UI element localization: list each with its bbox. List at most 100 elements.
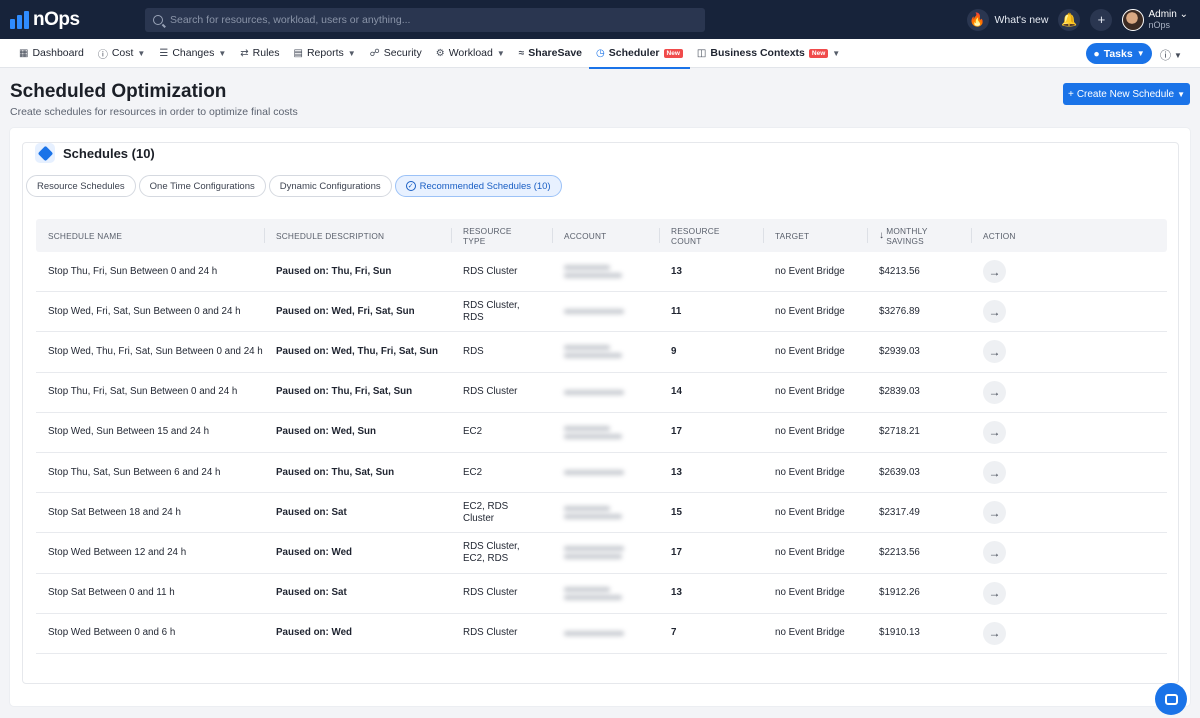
column-header-monthly-savings[interactable]: ↓ Monthly Savings bbox=[867, 219, 971, 252]
dollar-icon: ⓘ bbox=[97, 49, 108, 61]
account-cell-redacted bbox=[552, 265, 659, 279]
schedule-description-cell: Paused on: Wed, Fri, Sat, Sun bbox=[276, 305, 415, 317]
nav-item-rules[interactable]: ⇄ Rules bbox=[233, 39, 286, 68]
sort-arrow-icon: ↓ bbox=[879, 229, 885, 241]
create-button-label: Create New Schedule bbox=[1076, 88, 1175, 100]
tab-dynamic-configurations[interactable]: Dynamic Configurations bbox=[268, 175, 392, 197]
nav-item-workload[interactable]: ⚙ Workload ▼ bbox=[429, 39, 512, 68]
logo[interactable]: nOps bbox=[10, 9, 130, 31]
plus-icon[interactable]: + bbox=[1090, 8, 1113, 31]
nav-item-scheduler[interactable]: ◷ Scheduler New bbox=[589, 39, 690, 69]
schedule-description-cell: Paused on: Wed, Sun bbox=[276, 426, 376, 438]
nav-item-cost[interactable]: ⓘ Cost ▼ bbox=[91, 39, 153, 68]
user-name: Admin ⌄ bbox=[1148, 8, 1188, 20]
help-button[interactable]: ⓘ ▼ bbox=[1160, 47, 1182, 63]
table-row[interactable]: Stop Thu, Fri, Sun Between 0 and 24 h Pau… bbox=[36, 252, 1167, 293]
briefcase-icon: ◫ bbox=[696, 47, 707, 59]
chevron-down-icon: ▼ bbox=[1136, 49, 1145, 58]
nav-item-sharesave[interactable]: ≈ ShareSave bbox=[512, 39, 589, 68]
table-row[interactable]: Stop Wed Between 0 and 6 h Paused on: Wed… bbox=[36, 614, 1167, 654]
redacted-account bbox=[564, 309, 659, 315]
arrow-right-icon[interactable]: → bbox=[983, 420, 1006, 444]
table-row[interactable]: Stop Thu, Fri, Sat, Sun Between 0 and 24… bbox=[36, 373, 1167, 413]
whats-new-button[interactable]: 🔥 What's new bbox=[966, 8, 1048, 31]
arrow-right-icon[interactable]: → bbox=[983, 621, 1006, 645]
check-circle-icon: ✓ bbox=[405, 181, 416, 191]
schedule-description-cell: Paused on: Wed bbox=[276, 627, 353, 639]
tab-one-time-configurations[interactable]: One Time Configurations bbox=[138, 175, 266, 197]
arrow-right-icon[interactable]: → bbox=[983, 300, 1006, 324]
arrow-right-icon[interactable]: → bbox=[983, 581, 1006, 605]
column-header[interactable]: Account bbox=[552, 219, 659, 252]
action-cell: → bbox=[971, 621, 1167, 645]
chevron-down-icon: ▼ bbox=[832, 48, 841, 58]
search-input[interactable] bbox=[170, 14, 690, 26]
table-row[interactable]: Stop Wed Between 12 and 24 h Paused on: W… bbox=[36, 533, 1167, 574]
nav-label: Rules bbox=[252, 47, 280, 59]
tab-recommended-schedules[interactable]: ✓ Recommended Schedules (10) bbox=[394, 175, 562, 197]
account-cell-redacted bbox=[552, 389, 659, 395]
table-row[interactable]: Stop Sat Between 18 and 24 h Paused on: S… bbox=[36, 493, 1167, 534]
account-cell-redacted bbox=[552, 586, 659, 600]
arrow-right-icon[interactable]: → bbox=[983, 380, 1006, 404]
table-row[interactable]: Stop Wed, Thu, Fri, Sat, Sun Between 0 a… bbox=[36, 332, 1167, 373]
user-menu[interactable]: Admin ⌄ nOps bbox=[1122, 8, 1188, 31]
nav-label: Security bbox=[383, 47, 422, 59]
bell-icon[interactable]: 🔔 bbox=[1058, 8, 1081, 31]
user-org: nOps bbox=[1148, 19, 1170, 30]
table-row[interactable]: Stop Wed, Fri, Sat, Sun Between 0 and 24… bbox=[36, 292, 1167, 333]
resource-type-cell: RDS Cluster bbox=[463, 265, 518, 277]
nav-label: Business Contexts bbox=[710, 47, 805, 59]
table-row[interactable]: Stop Sat Between 0 and 11 h Paused on: Sa… bbox=[36, 574, 1167, 614]
resource-type-cell: RDS Cluster, EC2, RDS bbox=[463, 540, 520, 564]
page-subtitle: Create schedules for resources in order … bbox=[10, 106, 298, 118]
tab-resource-schedules[interactable]: Resource Schedules bbox=[26, 175, 136, 197]
create-new-schedule-button[interactable]: + Create New Schedule ▼ bbox=[1063, 83, 1190, 105]
tasks-button[interactable]: ● Tasks ▼ bbox=[1086, 43, 1152, 64]
schedule-description-cell: Paused on: Sat bbox=[276, 587, 347, 599]
nav-item-changes[interactable]: ☰ Changes ▼ bbox=[152, 39, 233, 68]
column-header[interactable]: Schedule Name bbox=[36, 219, 264, 252]
arrow-right-icon[interactable]: → bbox=[983, 501, 1006, 525]
nav-item-business-contexts[interactable]: ◫ Business Contexts New ▼ bbox=[690, 39, 847, 68]
arrow-right-icon[interactable]: → bbox=[983, 541, 1006, 565]
target-cell: no Event Bridge bbox=[775, 305, 845, 317]
action-cell: → bbox=[971, 420, 1167, 444]
nav-item-security[interactable]: ☍ Security bbox=[363, 39, 429, 68]
arrow-right-icon[interactable]: → bbox=[983, 340, 1006, 364]
column-header[interactable]: Target bbox=[763, 219, 867, 252]
schedules-title: Schedules (10) bbox=[63, 145, 155, 161]
tab-label: One Time Configurations bbox=[149, 180, 255, 192]
chevron-down-icon: ▼ bbox=[1174, 50, 1182, 60]
schedule-name-cell: Stop Wed, Fri, Sat, Sun Between 0 and 24… bbox=[48, 305, 241, 317]
column-header[interactable]: Schedule Description bbox=[264, 219, 451, 252]
action-cell: → bbox=[971, 300, 1167, 324]
monthly-savings-cell: $2213.56 bbox=[879, 546, 920, 558]
schedule-name-cell: Stop Wed Between 12 and 24 h bbox=[48, 546, 187, 558]
main-nav: ▦ Dashboard ⓘ Cost ▼ ☰ Changes ▼ ⇄ Rules… bbox=[0, 39, 1200, 69]
nav-item-reports[interactable]: ▤ Reports ▼ bbox=[287, 39, 363, 68]
arrow-right-icon[interactable]: → bbox=[983, 461, 1006, 485]
column-header[interactable]: Resource Type bbox=[451, 219, 552, 252]
table-row[interactable]: Stop Wed, Sun Between 15 and 24 h Paused … bbox=[36, 413, 1167, 453]
resource-type-cell: RDS Cluster bbox=[463, 386, 518, 398]
monthly-savings-cell: $2939.03 bbox=[879, 345, 920, 357]
chevron-down-icon: ▼ bbox=[218, 48, 227, 58]
arrow-right-icon[interactable]: → bbox=[983, 260, 1006, 284]
action-cell: → bbox=[971, 501, 1167, 525]
nav-label: Dashboard bbox=[32, 47, 84, 59]
search-icon bbox=[153, 15, 163, 25]
lock-icon: ☍ bbox=[369, 47, 380, 59]
schedules-table: Schedule Name Schedule Description Resou… bbox=[36, 219, 1167, 654]
column-header[interactable]: Resource Count bbox=[659, 219, 763, 252]
chat-button[interactable] bbox=[1155, 683, 1187, 715]
schedule-description-cell: Paused on: Thu, Fri, Sun bbox=[276, 265, 392, 277]
shuffle-icon: ⇄ bbox=[240, 47, 249, 59]
list-icon: ☰ bbox=[159, 47, 169, 59]
help-icon: ⓘ bbox=[1160, 50, 1171, 62]
redacted-account bbox=[564, 389, 659, 395]
table-row[interactable]: Stop Thu, Sat, Sun Between 6 and 24 h Pau… bbox=[36, 453, 1167, 494]
nav-item-dashboard[interactable]: ▦ Dashboard bbox=[12, 39, 91, 68]
chat-icon bbox=[1164, 693, 1178, 705]
global-search[interactable] bbox=[145, 8, 705, 32]
